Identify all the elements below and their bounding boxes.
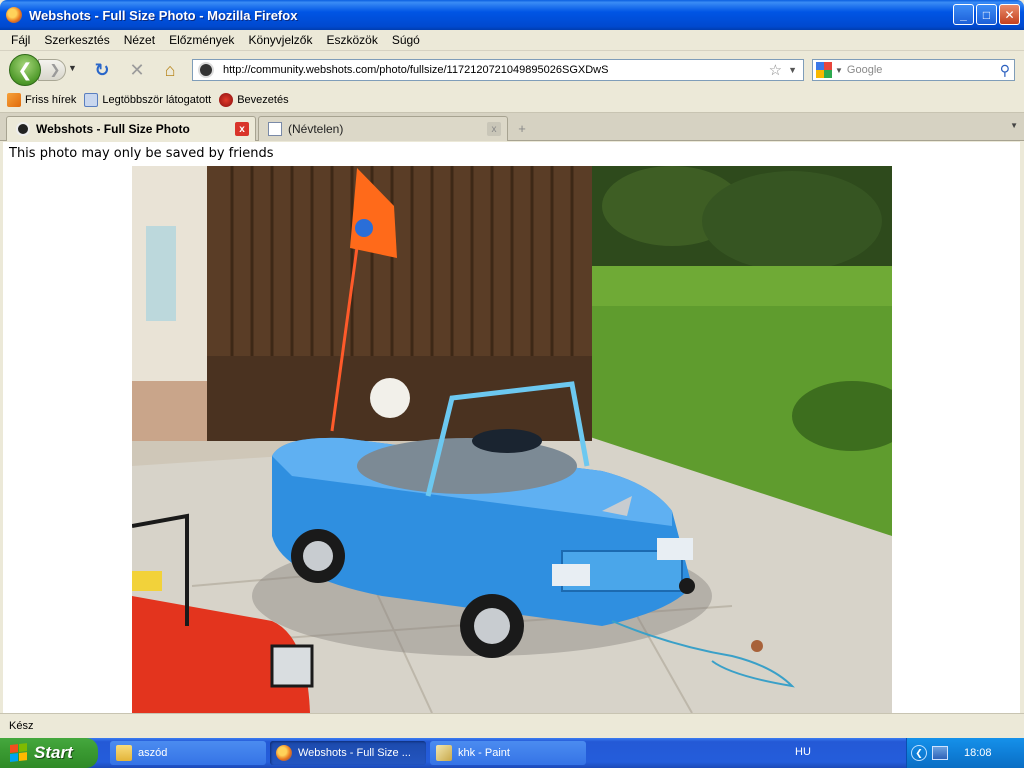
stop-button[interactable]: ✕: [127, 60, 147, 80]
taskbar: Start aszód Webshots - Full Size ... khk…: [0, 738, 1024, 768]
maximize-button[interactable]: □: [976, 4, 997, 25]
tab-list-dropdown-icon[interactable]: ▼: [1010, 121, 1018, 130]
search-box[interactable]: ▼ Google ⚲: [812, 59, 1015, 81]
rss-icon: [7, 93, 21, 107]
taskbar-item-paint[interactable]: khk - Paint: [430, 741, 586, 765]
bookmark-label: Friss hírek: [25, 94, 77, 106]
bookmark-latest-headlines[interactable]: Friss hírek: [7, 93, 76, 107]
engine-dropdown-icon[interactable]: ▼: [835, 66, 843, 75]
back-button[interactable]: ❮: [9, 54, 41, 86]
start-label: Start: [34, 743, 73, 762]
reload-button[interactable]: ↻: [92, 60, 112, 80]
paint-icon: [436, 745, 452, 761]
windows-logo-icon: [10, 743, 28, 763]
menu-edit[interactable]: Szerkesztés: [37, 33, 116, 47]
menu-bar: Fájl Szerkesztés Nézet Előzmények Könyvj…: [0, 30, 1024, 51]
full-size-photo: [132, 166, 892, 713]
bookmark-label: Legtöbbször látogatott: [102, 94, 212, 106]
tab-close-icon[interactable]: x: [235, 122, 249, 136]
tab-webshots[interactable]: Webshots - Full Size Photo x: [6, 116, 256, 141]
window-controls: _ □ ✕: [953, 4, 1020, 25]
system-tray: HU ❮ 18:08: [795, 738, 1024, 768]
window-title: Webshots - Full Size Photo - Mozilla Fir…: [29, 7, 298, 23]
firefox-icon: [6, 7, 22, 23]
search-icon[interactable]: ⚲: [1000, 62, 1010, 79]
network-icon[interactable]: [932, 746, 948, 760]
task-label: khk - Paint: [458, 747, 510, 759]
tab-label: (Névtelen): [288, 122, 344, 136]
bookmark-most-visited[interactable]: Legtöbbször látogatott: [84, 93, 211, 107]
site-favicon-icon: [198, 62, 214, 78]
new-tab-button[interactable]: +: [512, 119, 532, 137]
status-text: Kész: [9, 719, 34, 732]
taskbar-item-aszod[interactable]: aszód: [110, 741, 266, 765]
navigation-toolbar: ❯ ❮ ▼ ↻ ✕ ⌂ http://community.webshots.co…: [0, 51, 1024, 88]
blank-page-icon: [268, 122, 282, 136]
search-input[interactable]: Google: [847, 64, 1000, 76]
history-dropdown-icon[interactable]: ▼: [68, 63, 77, 73]
menu-tools[interactable]: Eszközök: [319, 33, 384, 47]
most-visited-icon: [84, 93, 99, 107]
google-engine-icon[interactable]: [816, 62, 832, 78]
task-label: Webshots - Full Size ...: [298, 747, 411, 759]
tab-bar: Webshots - Full Size Photo x (Névtelen) …: [0, 113, 1024, 141]
menu-view[interactable]: Nézet: [117, 33, 162, 47]
getting-started-icon: [219, 93, 234, 107]
menu-help[interactable]: Súgó: [385, 33, 427, 47]
page-content: This photo may only be saved by friends: [3, 142, 1020, 713]
close-button[interactable]: ✕: [999, 4, 1020, 25]
save-notice: This photo may only be saved by friends: [9, 146, 274, 161]
tab-untitled[interactable]: (Névtelen) x: [258, 116, 508, 141]
url-dropdown-icon[interactable]: ▼: [788, 65, 797, 75]
start-button[interactable]: Start: [0, 738, 98, 768]
tab-label: Webshots - Full Size Photo: [36, 122, 190, 136]
home-button[interactable]: ⌂: [160, 60, 180, 80]
bookmarks-toolbar: Friss hírek Legtöbbször látogatott Bevez…: [0, 88, 1024, 113]
language-indicator[interactable]: HU: [795, 746, 811, 758]
task-label: aszód: [138, 747, 168, 759]
clock[interactable]: 18:08: [964, 747, 992, 759]
minimize-button[interactable]: _: [953, 4, 974, 25]
show-hidden-icons-icon[interactable]: ❮: [911, 745, 927, 761]
window-titlebar[interactable]: Webshots - Full Size Photo - Mozilla Fir…: [0, 0, 1024, 30]
menu-bookmarks[interactable]: Könyvjelzők: [241, 33, 319, 47]
menu-history[interactable]: Előzmények: [162, 33, 241, 47]
menu-file[interactable]: Fájl: [4, 33, 37, 47]
url-text[interactable]: http://community.webshots.com/photo/full…: [223, 64, 769, 76]
bookmark-label: Bevezetés: [237, 94, 289, 106]
folder-icon: [116, 745, 132, 761]
address-bar[interactable]: http://community.webshots.com/photo/full…: [192, 59, 804, 81]
bookmark-star-icon[interactable]: ☆: [769, 61, 782, 79]
taskbar-item-firefox[interactable]: Webshots - Full Size ...: [270, 741, 426, 765]
tab-close-icon[interactable]: x: [487, 122, 501, 136]
firefox-icon: [276, 745, 292, 761]
status-bar: Kész: [0, 713, 1024, 737]
webshots-favicon-icon: [16, 122, 30, 136]
bookmark-getting-started[interactable]: Bevezetés: [219, 93, 289, 107]
forward-button[interactable]: ❯: [38, 59, 66, 81]
